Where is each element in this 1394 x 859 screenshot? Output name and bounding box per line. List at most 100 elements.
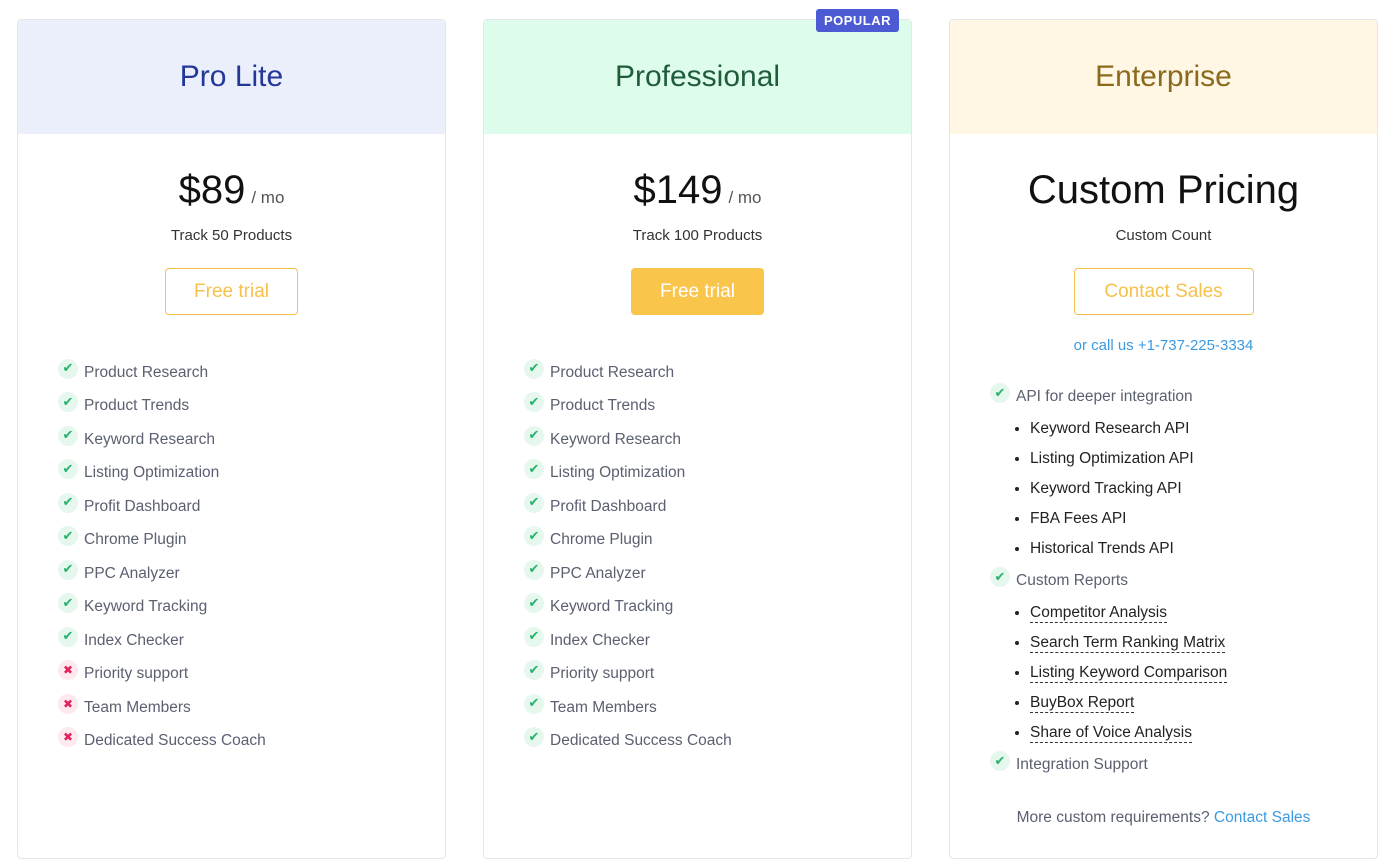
contact-sales-button[interactable]: Contact Sales (1073, 268, 1254, 315)
plan-name: Pro Lite (179, 60, 284, 93)
plan-name: Professional (614, 60, 781, 93)
feature-group: ✔ API for deeper integration (990, 380, 1357, 414)
call-us-link[interactable]: or call us +1-737-225-3334 (950, 337, 1377, 354)
check-icon: ✔ (990, 383, 1010, 403)
feature-subitem-label: FBA Fees API (1030, 510, 1127, 527)
feature-item: ✔ Keyword Tracking (524, 591, 732, 625)
feature-subitem-label: Historical Trends API (1030, 540, 1174, 557)
feature-subitem[interactable]: Listing Keyword Comparison (1030, 658, 1357, 688)
feature-group-label: API for deeper integration (1016, 388, 1193, 405)
check-icon: ✔ (58, 526, 78, 547)
feature-label: Product Research (84, 363, 209, 381)
cross-icon: ✖ (58, 727, 78, 748)
feature-subitem-label[interactable]: BuyBox Report (1030, 694, 1135, 713)
more-text: More custom requirements? (1016, 809, 1210, 826)
check-icon: ✔ (524, 693, 544, 714)
feature-item: ✔ Profit Dashboard (58, 490, 266, 524)
feature-item: ✔ Product Trends (58, 390, 266, 424)
feature-group-label: Custom Reports (1016, 572, 1128, 589)
check-icon: ✔ (58, 459, 78, 480)
feature-label: Keyword Tracking (84, 598, 208, 616)
check-icon: ✔ (524, 626, 544, 647)
check-icon: ✔ (58, 392, 78, 413)
feature-subitem: Historical Trends API (1030, 534, 1357, 564)
feature-item: ✔ Index Checker (58, 624, 266, 658)
feature-label: Profit Dashboard (84, 497, 201, 515)
plan-card-enterprise: Enterprise Custom Pricing Custom Count C… (949, 19, 1378, 859)
feature-item: ✔ Listing Optimization (524, 457, 732, 491)
feature-item: ✔ Keyword Research (58, 423, 266, 457)
feature-label: Listing Optimization (550, 464, 686, 482)
feature-subitem-label[interactable]: Listing Keyword Comparison (1030, 664, 1228, 683)
feature-subitem-label[interactable]: Competitor Analysis (1030, 604, 1167, 623)
feature-subitem-label[interactable]: Share of Voice Analysis (1030, 724, 1192, 743)
check-icon: ✔ (58, 593, 78, 614)
feature-label: Listing Optimization (84, 464, 220, 482)
check-icon: ✔ (58, 626, 78, 647)
feature-item: ✔ Priority support (524, 658, 732, 692)
feature-item: ✔ Keyword Tracking (58, 591, 266, 625)
feature-subitem[interactable]: Competitor Analysis (1030, 598, 1357, 628)
contact-sales-link[interactable]: Contact Sales (1214, 809, 1311, 826)
more-requirements: More custom requirements? Contact Sales (950, 809, 1377, 827)
cross-icon: ✖ (58, 693, 78, 714)
feature-group-label: Integration Support (1016, 756, 1148, 773)
free-trial-button[interactable]: Free trial (165, 268, 298, 315)
feature-item: ✖ Dedicated Success Coach (58, 725, 266, 759)
price-period: / mo (728, 188, 762, 207)
plan-card-pro-lite: Pro Lite $89 / mo Track 50 Products Free … (17, 19, 446, 859)
free-trial-button[interactable]: Free trial (631, 268, 764, 315)
feature-sublist: Competitor Analysis Search Term Ranking M… (990, 598, 1357, 748)
check-icon: ✔ (58, 425, 78, 446)
check-icon: ✔ (990, 567, 1010, 587)
feature-list: ✔ Product Research ✔ Product Trends ✔ Keyword… (524, 356, 732, 758)
check-icon: ✔ (524, 358, 544, 379)
feature-label: Priority support (84, 665, 189, 683)
check-icon: ✔ (524, 459, 544, 480)
enterprise-feature-list: ✔ API for deeper integration Keyword Resea… (990, 380, 1357, 782)
feature-item: ✔ Keyword Research (524, 423, 732, 457)
feature-item: ✔ Index Checker (524, 624, 732, 658)
plan-header: Enterprise (950, 20, 1377, 134)
feature-label: Dedicated Success Coach (84, 732, 266, 750)
plan-header: Pro Lite (18, 20, 445, 134)
feature-item: ✔ Listing Optimization (58, 457, 266, 491)
price-row: $149 / mo (484, 168, 911, 213)
plan-card-professional: Professional POPULAR $149 / mo Track 100 … (483, 9, 912, 859)
product-count: Track 100 Products (632, 227, 763, 244)
feature-item: ✔ Chrome Plugin (524, 524, 732, 558)
product-count: Track 50 Products (170, 227, 293, 244)
feature-label: Team Members (84, 698, 191, 716)
feature-subitem: FBA Fees API (1030, 504, 1357, 534)
price-period: / mo (251, 188, 285, 207)
feature-subitem[interactable]: Share of Voice Analysis (1030, 718, 1357, 748)
feature-item: ✔ Dedicated Success Coach (524, 725, 732, 759)
feature-subitem: Keyword Tracking API (1030, 474, 1357, 504)
plan-header: Professional POPULAR (484, 9, 911, 134)
feature-subitem-label[interactable]: Search Term Ranking Matrix (1030, 634, 1226, 653)
feature-item: ✖ Team Members (58, 691, 266, 725)
popular-badge: POPULAR (815, 9, 899, 32)
feature-label: Chrome Plugin (84, 531, 187, 549)
feature-item: ✔ Product Research (524, 356, 732, 390)
plan-name: Enterprise (1095, 60, 1232, 93)
feature-label: Team Members (550, 698, 657, 716)
feature-label: PPC Analyzer (84, 564, 180, 582)
plan-price: $89 (178, 168, 246, 212)
feature-subitem: Listing Optimization API (1030, 444, 1357, 474)
feature-subitem: Keyword Research API (1030, 414, 1357, 444)
feature-label: Chrome Plugin (550, 531, 653, 549)
check-icon: ✔ (524, 727, 544, 748)
feature-item: ✔ Profit Dashboard (524, 490, 732, 524)
plan-price: Custom Pricing (1027, 168, 1300, 212)
feature-subitem[interactable]: Search Term Ranking Matrix (1030, 628, 1357, 658)
check-icon: ✔ (58, 358, 78, 379)
feature-item: ✔ PPC Analyzer (524, 557, 732, 591)
product-count: Custom Count (1115, 227, 1212, 244)
feature-subitem[interactable]: BuyBox Report (1030, 688, 1357, 718)
check-icon: ✔ (990, 751, 1010, 771)
feature-item: ✔ Chrome Plugin (58, 524, 266, 558)
feature-subitem-label: Listing Optimization API (1030, 450, 1194, 467)
cross-icon: ✖ (58, 660, 78, 681)
check-icon: ✔ (524, 425, 544, 446)
